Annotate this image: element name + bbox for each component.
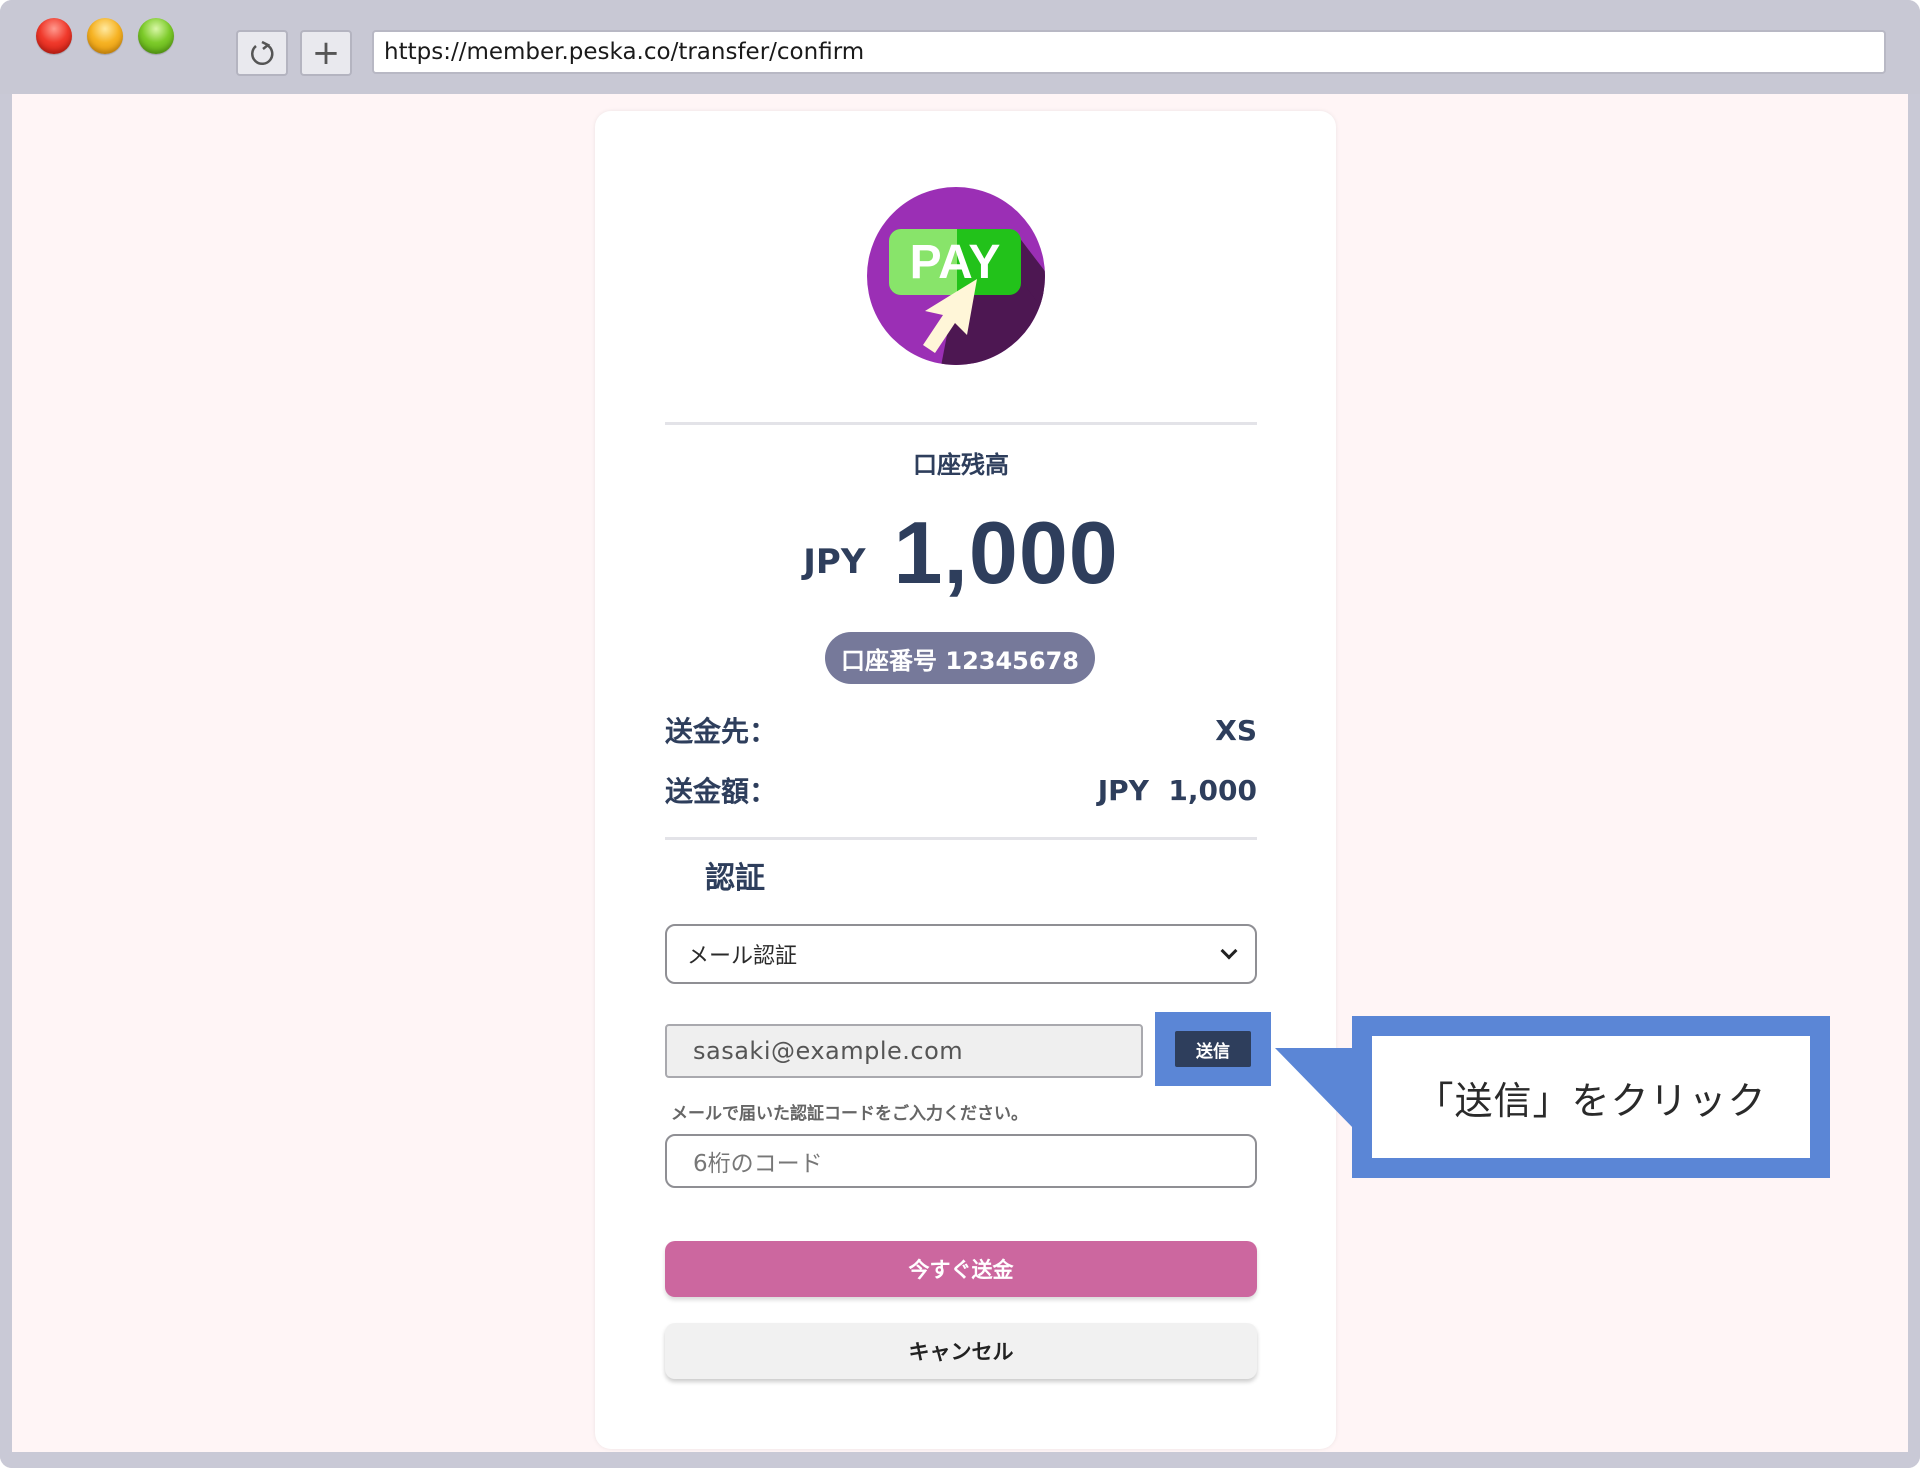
- verification-code-input[interactable]: 6桁のコード: [665, 1134, 1257, 1188]
- reload-icon: [251, 40, 274, 66]
- divider-middle: [665, 837, 1257, 840]
- email-value: sasaki@example.com: [693, 1037, 964, 1065]
- new-tab-button[interactable]: +: [300, 30, 352, 76]
- balance-display: JPY 1,000: [665, 503, 1257, 603]
- reload-button[interactable]: [236, 30, 288, 76]
- send-code-button[interactable]: 送信: [1175, 1031, 1251, 1067]
- minimize-window-button[interactable]: [87, 18, 123, 54]
- close-window-button[interactable]: [36, 18, 72, 54]
- balance-currency: JPY: [803, 542, 866, 582]
- account-number-badge: 口座番号 12345678: [825, 632, 1095, 684]
- cancel-button[interactable]: キャンセル: [665, 1323, 1257, 1379]
- code-hint-text: メールで届いた認証コードをご入力ください。: [671, 1104, 1028, 1124]
- recipient-value: XS: [1215, 713, 1257, 747]
- callout-text: 「送信」をクリック: [1372, 1036, 1810, 1158]
- browser-toolbar: + https://member.peska.co/transfer/confi…: [0, 0, 1920, 94]
- amount-label: 送金額：: [665, 775, 778, 808]
- amount-value: JPY 1,000: [1097, 773, 1257, 807]
- auth-section-title: 認証: [705, 861, 765, 896]
- detail-row-amount: 送金額： JPY 1,000: [665, 768, 1257, 812]
- instruction-callout: 「送信」をクリック: [1352, 1016, 1830, 1178]
- email-field[interactable]: sasaki@example.com: [665, 1024, 1143, 1078]
- transfer-card: PAY 口座残高 JPY 1,000 口座番号 12345678 送金先： XS…: [595, 111, 1336, 1449]
- balance-label: 口座残高: [913, 451, 1009, 479]
- plus-icon: +: [311, 33, 341, 73]
- address-bar[interactable]: https://member.peska.co/transfer/confirm: [372, 30, 1886, 74]
- divider-top: [665, 422, 1257, 425]
- browser-window: + https://member.peska.co/transfer/confi…: [0, 0, 1920, 1468]
- browser-frame-bottom: [0, 1452, 1920, 1468]
- url-text: https://member.peska.co/transfer/confirm: [384, 39, 865, 65]
- page-viewport: PAY 口座残高 JPY 1,000 口座番号 12345678 送金先： XS…: [12, 94, 1908, 1452]
- pay-logo-icon: PAY: [867, 187, 1045, 365]
- chevron-down-icon: [1220, 942, 1238, 960]
- recipient-label: 送金先：: [665, 715, 778, 748]
- auth-method-value: メール認証: [687, 944, 798, 969]
- detail-row-recipient: 送金先： XS: [665, 708, 1257, 752]
- send-now-button[interactable]: 今すぐ送金: [665, 1241, 1257, 1297]
- send-button-highlight: 送信: [1155, 1012, 1271, 1086]
- auth-method-select[interactable]: メール認証: [665, 924, 1257, 984]
- balance-amount: 1,000: [893, 503, 1119, 602]
- code-placeholder: 6桁のコード: [693, 1151, 823, 1177]
- maximize-window-button[interactable]: [138, 18, 174, 54]
- svg-text:PAY: PAY: [910, 236, 1001, 289]
